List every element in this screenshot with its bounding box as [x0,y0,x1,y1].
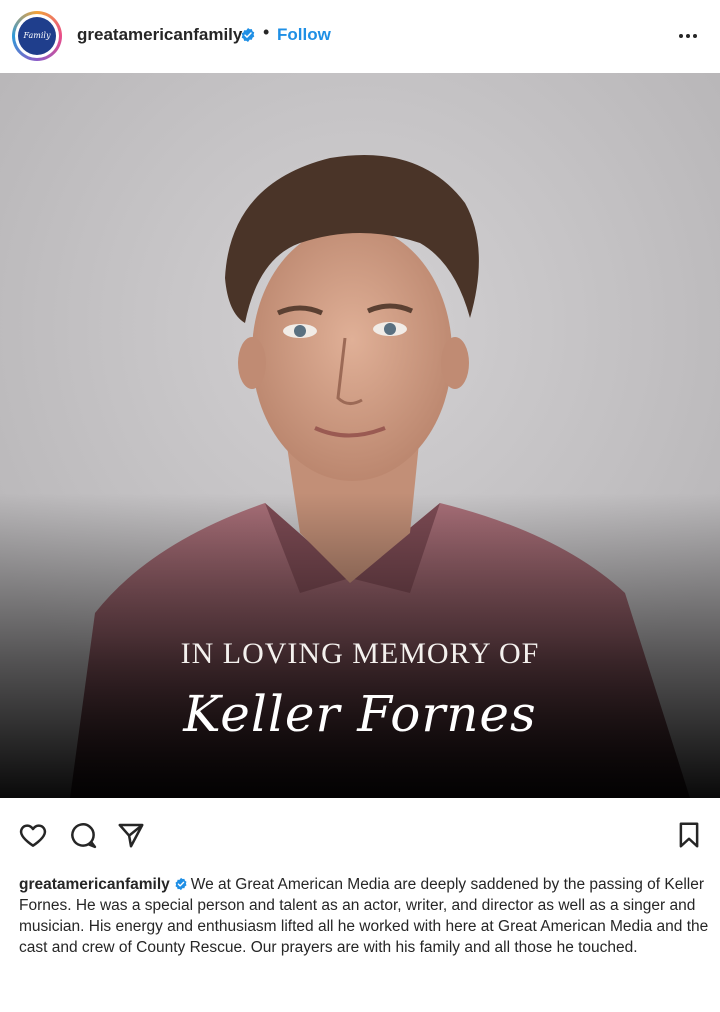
post-actions [0,810,720,858]
avatar-logo: Family [18,17,56,55]
memorial-name: Keller Fornes [183,685,537,743]
follow-button[interactable]: Follow [277,25,331,45]
bookmark-icon[interactable] [674,820,704,850]
caption-username[interactable]: greatamericanfamily [19,876,170,893]
avatar[interactable]: Family [12,11,62,61]
heart-icon[interactable] [18,820,48,850]
separator-dot: • [263,22,270,42]
comment-icon[interactable] [68,820,98,850]
avatar-logo-text: Family [23,31,51,40]
post-image[interactable]: IN LOVING MEMORY OF Keller Fornes [0,73,720,798]
post-header: Family greatamericanfamily • Follow [0,0,720,72]
send-icon[interactable] [116,820,146,850]
memorial-heading: IN LOVING MEMORY OF [180,637,540,670]
username[interactable]: greatamericanfamily [77,25,242,45]
verified-badge-icon [175,877,187,891]
more-options-icon[interactable] [676,24,700,48]
verified-badge-icon [241,28,255,42]
post-caption: greatamericanfamily We at Great American … [19,874,709,958]
